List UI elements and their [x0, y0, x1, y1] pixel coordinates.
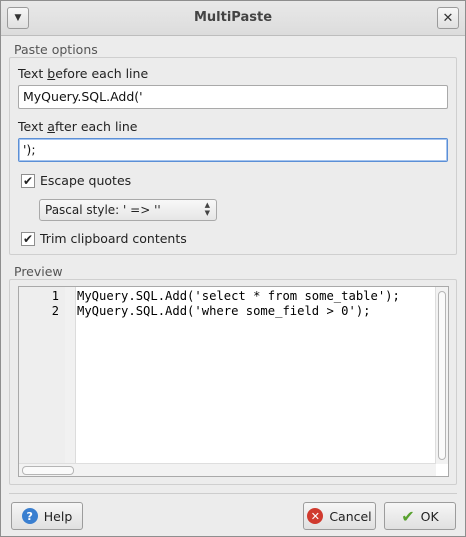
- help-button-label: Help: [43, 508, 73, 524]
- checkmark-icon: ✔: [22, 174, 34, 188]
- line-number: 1: [51, 289, 59, 303]
- paste-options-label: Paste options: [14, 42, 98, 57]
- vertical-scroll-thumb[interactable]: [438, 291, 446, 460]
- text-before-input[interactable]: MyQuery.SQL.Add(': [18, 85, 448, 109]
- close-icon: ✕: [442, 10, 454, 26]
- cancel-icon: ✕: [307, 508, 324, 524]
- checkmark-icon: ✔: [22, 232, 34, 246]
- checkmark-icon: ✔: [401, 506, 415, 526]
- text-after-input[interactable]: ');: [18, 138, 448, 162]
- text-after-label: Text after each line: [18, 119, 138, 134]
- help-icon: ?: [21, 508, 38, 524]
- escape-quotes-checkbox[interactable]: ✔: [21, 174, 35, 188]
- ok-button-label: OK: [420, 508, 439, 524]
- escape-style-value: Pascal style: ' => '': [45, 203, 161, 217]
- ok-button[interactable]: ✔ OK: [384, 502, 456, 530]
- code-line: MyQuery.SQL.Add('where some_field > 0');: [77, 304, 371, 318]
- cancel-button[interactable]: ✕ Cancel: [303, 502, 376, 530]
- trim-clipboard-checkbox[interactable]: ✔: [21, 232, 35, 246]
- multipaste-dialog: ▼ MultiPaste ✕ Paste options Text before…: [0, 0, 466, 537]
- escape-quotes-label[interactable]: Escape quotes: [40, 173, 131, 188]
- preview-label: Preview: [14, 264, 63, 279]
- button-separator: [9, 493, 457, 494]
- line-number-gutter: 1 2: [19, 287, 66, 476]
- title-bar: ▼ MultiPaste ✕: [1, 1, 465, 36]
- code-line: MyQuery.SQL.Add('select * from some_tabl…: [77, 289, 400, 303]
- close-button[interactable]: ✕: [437, 7, 459, 29]
- text-before-label: Text before each line: [18, 66, 149, 81]
- horizontal-scrollbar[interactable]: [19, 463, 436, 476]
- fold-margin: [65, 287, 76, 476]
- horizontal-scroll-thumb[interactable]: [22, 466, 74, 475]
- window-title: MultiPaste: [193, 10, 273, 25]
- vertical-scrollbar[interactable]: [435, 287, 448, 464]
- help-button[interactable]: ? Help: [11, 502, 83, 530]
- escape-style-select[interactable]: Pascal style: ' => '' ▲ ▼: [39, 199, 217, 221]
- line-number: 2: [51, 304, 59, 318]
- cancel-button-label: Cancel: [329, 508, 372, 524]
- preview-editor[interactable]: 1 2 MyQuery.SQL.Add('select * from some_…: [18, 286, 449, 477]
- spinner-arrows-icon: ▲ ▼: [204, 201, 210, 217]
- trim-clipboard-label[interactable]: Trim clipboard contents: [40, 231, 187, 246]
